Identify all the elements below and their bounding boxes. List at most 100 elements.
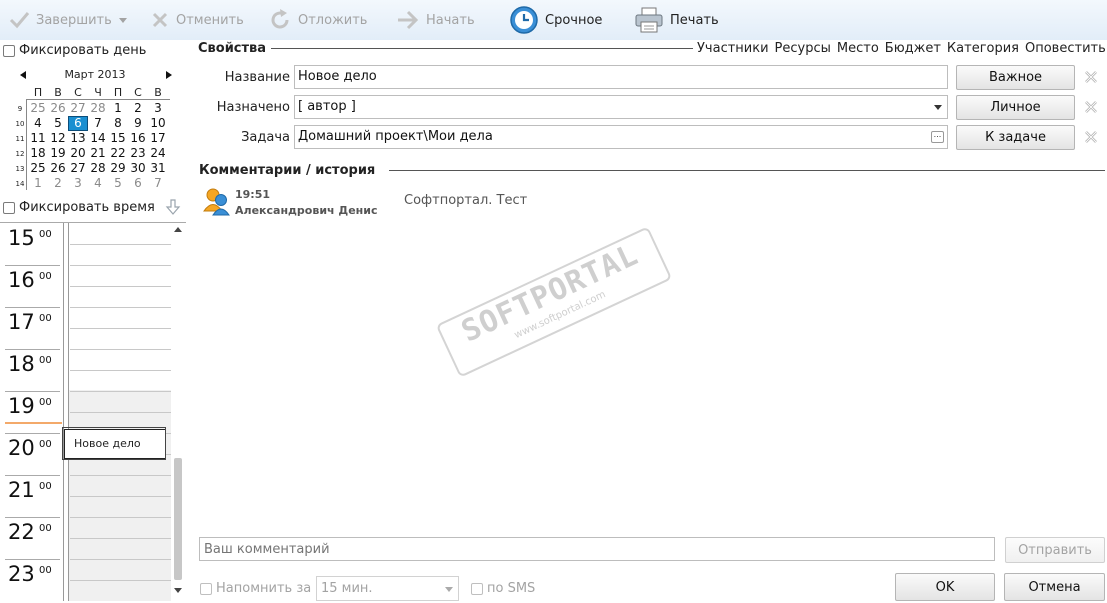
fix-time-checkbox[interactable] — [3, 201, 15, 214]
ok-button[interactable]: OK — [895, 573, 995, 601]
close-icon[interactable] — [1084, 100, 1098, 114]
close-icon[interactable] — [1084, 130, 1098, 144]
time-slot[interactable] — [70, 559, 171, 560]
calendar-day[interactable]: 25 — [28, 101, 48, 116]
properties-tab[interactable]: Ресурсы — [775, 41, 831, 56]
calendar-day[interactable]: 1 — [108, 101, 128, 116]
scroll-down-icon[interactable] — [173, 587, 183, 595]
print-button[interactable]: Печать — [634, 0, 719, 40]
calendar-day[interactable]: 7 — [148, 176, 168, 191]
time-slot[interactable] — [70, 328, 171, 329]
sms-option[interactable]: по SMS — [471, 581, 535, 596]
time-slot[interactable] — [70, 265, 171, 266]
next-month-icon[interactable] — [164, 70, 174, 80]
name-input[interactable]: Новое дело — [294, 65, 948, 89]
calendar-day[interactable]: 9 — [128, 116, 148, 131]
calendar-day[interactable]: 22 — [108, 146, 128, 161]
time-slot[interactable] — [70, 370, 171, 371]
calendar-day[interactable]: 27 — [68, 161, 88, 176]
calendar-day[interactable]: 2 — [48, 176, 68, 191]
time-slot[interactable] — [70, 580, 171, 581]
calendar-day[interactable]: 17 — [148, 131, 168, 146]
cancel-button[interactable]: Отмена — [1004, 573, 1105, 601]
time-slot[interactable] — [70, 286, 171, 287]
start-button[interactable]: Начать — [396, 0, 475, 40]
time-slot[interactable] — [70, 538, 171, 539]
properties-tab[interactable]: Бюджет — [885, 41, 941, 56]
calendar-day[interactable]: 4 — [88, 176, 108, 191]
calendar-day[interactable]: 31 — [148, 161, 168, 176]
calendar-day[interactable]: 1 — [28, 176, 48, 191]
vertical-scrollbar[interactable] — [174, 458, 182, 580]
properties-tab[interactable]: Категория — [947, 41, 1019, 56]
calendar-day[interactable]: 12 — [48, 131, 68, 146]
calendar-day[interactable]: 30 — [128, 161, 148, 176]
calendar-day[interactable]: 3 — [148, 101, 168, 116]
send-button[interactable]: Отправить — [1005, 537, 1105, 563]
close-icon[interactable] — [1084, 70, 1098, 84]
assigned-select[interactable]: [ автор ] — [294, 95, 948, 119]
calendar-day[interactable]: 21 — [88, 146, 108, 161]
calendar-day[interactable]: 15 — [108, 131, 128, 146]
time-slot[interactable] — [70, 349, 171, 350]
calendar-day[interactable]: 16 — [128, 131, 148, 146]
calendar-day[interactable]: 8 — [108, 116, 128, 131]
time-slot[interactable] — [70, 307, 171, 308]
calendar-day[interactable]: 5 — [108, 176, 128, 191]
calendar-day[interactable]: 28 — [88, 161, 108, 176]
calendar-day[interactable]: 2 — [128, 101, 148, 116]
browse-icon[interactable]: ... — [931, 131, 944, 143]
calendar-day[interactable]: 26 — [48, 101, 68, 116]
urgent-button[interactable]: Срочное — [509, 0, 602, 40]
postpone-button[interactable]: Отложить — [268, 0, 367, 40]
calendar-day[interactable]: 29 — [108, 161, 128, 176]
remind-select[interactable]: 15 мин. — [316, 576, 459, 601]
calendar-day[interactable]: 14 — [88, 131, 108, 146]
calendar-day[interactable]: 18 — [28, 146, 48, 161]
calendar-day[interactable]: 3 — [68, 176, 88, 191]
fix-time-option[interactable]: Фиксировать время — [3, 200, 155, 215]
sms-checkbox[interactable] — [471, 582, 483, 595]
calendar-day[interactable]: 26 — [48, 161, 68, 176]
time-slot[interactable] — [70, 517, 171, 518]
calendar-day[interactable]: 4 — [28, 116, 48, 131]
calendar-day[interactable]: 27 — [68, 101, 88, 116]
calendar-day[interactable]: 25 — [28, 161, 48, 176]
chevron-down-icon[interactable] — [118, 15, 128, 25]
time-slot[interactable] — [70, 244, 171, 245]
calendar-day[interactable]: 13 — [68, 131, 88, 146]
calendar-day[interactable]: 11 — [28, 131, 48, 146]
calendar-day[interactable]: 28 — [88, 101, 108, 116]
calendar-day[interactable]: 23 — [128, 146, 148, 161]
time-slot[interactable] — [70, 475, 171, 476]
comment-input[interactable] — [199, 537, 995, 561]
fix-day-option[interactable]: Фиксировать день — [3, 43, 146, 58]
scroll-to-time-icon[interactable] — [165, 198, 181, 216]
scroll-up-icon[interactable] — [173, 225, 183, 233]
remind-option[interactable]: Напомнить за — [200, 581, 311, 596]
properties-tab[interactable]: Место — [837, 41, 879, 56]
calendar-day[interactable]: 19 — [48, 146, 68, 161]
time-slot[interactable] — [70, 391, 171, 392]
calendar-day-today[interactable]: 6 — [68, 116, 88, 131]
time-slot[interactable] — [70, 412, 171, 413]
hour-label: 23 — [8, 562, 35, 586]
fix-day-checkbox[interactable] — [3, 44, 15, 57]
calendar-day[interactable]: 20 — [68, 146, 88, 161]
calendar-day[interactable]: 10 — [148, 116, 168, 131]
properties-tab[interactable]: Участники — [697, 41, 769, 56]
important-button[interactable]: Важное — [956, 65, 1075, 90]
time-slot[interactable] — [70, 496, 171, 497]
personal-button[interactable]: Личное — [956, 95, 1075, 120]
task-input[interactable]: Домашний проект\Мои дела ... — [294, 125, 948, 149]
calendar-day[interactable]: 5 — [48, 116, 68, 131]
prev-month-icon[interactable] — [18, 70, 28, 80]
remind-checkbox[interactable] — [200, 582, 212, 595]
calendar-day[interactable]: 6 — [128, 176, 148, 191]
complete-button[interactable]: Завершить — [8, 0, 128, 40]
to-task-button[interactable]: К задаче — [956, 125, 1075, 150]
cancel-action-button[interactable]: Отменить — [150, 0, 244, 40]
calendar-day[interactable]: 24 — [148, 146, 168, 161]
properties-tab[interactable]: Оповестить — [1025, 41, 1106, 56]
calendar-day[interactable]: 7 — [88, 116, 108, 131]
